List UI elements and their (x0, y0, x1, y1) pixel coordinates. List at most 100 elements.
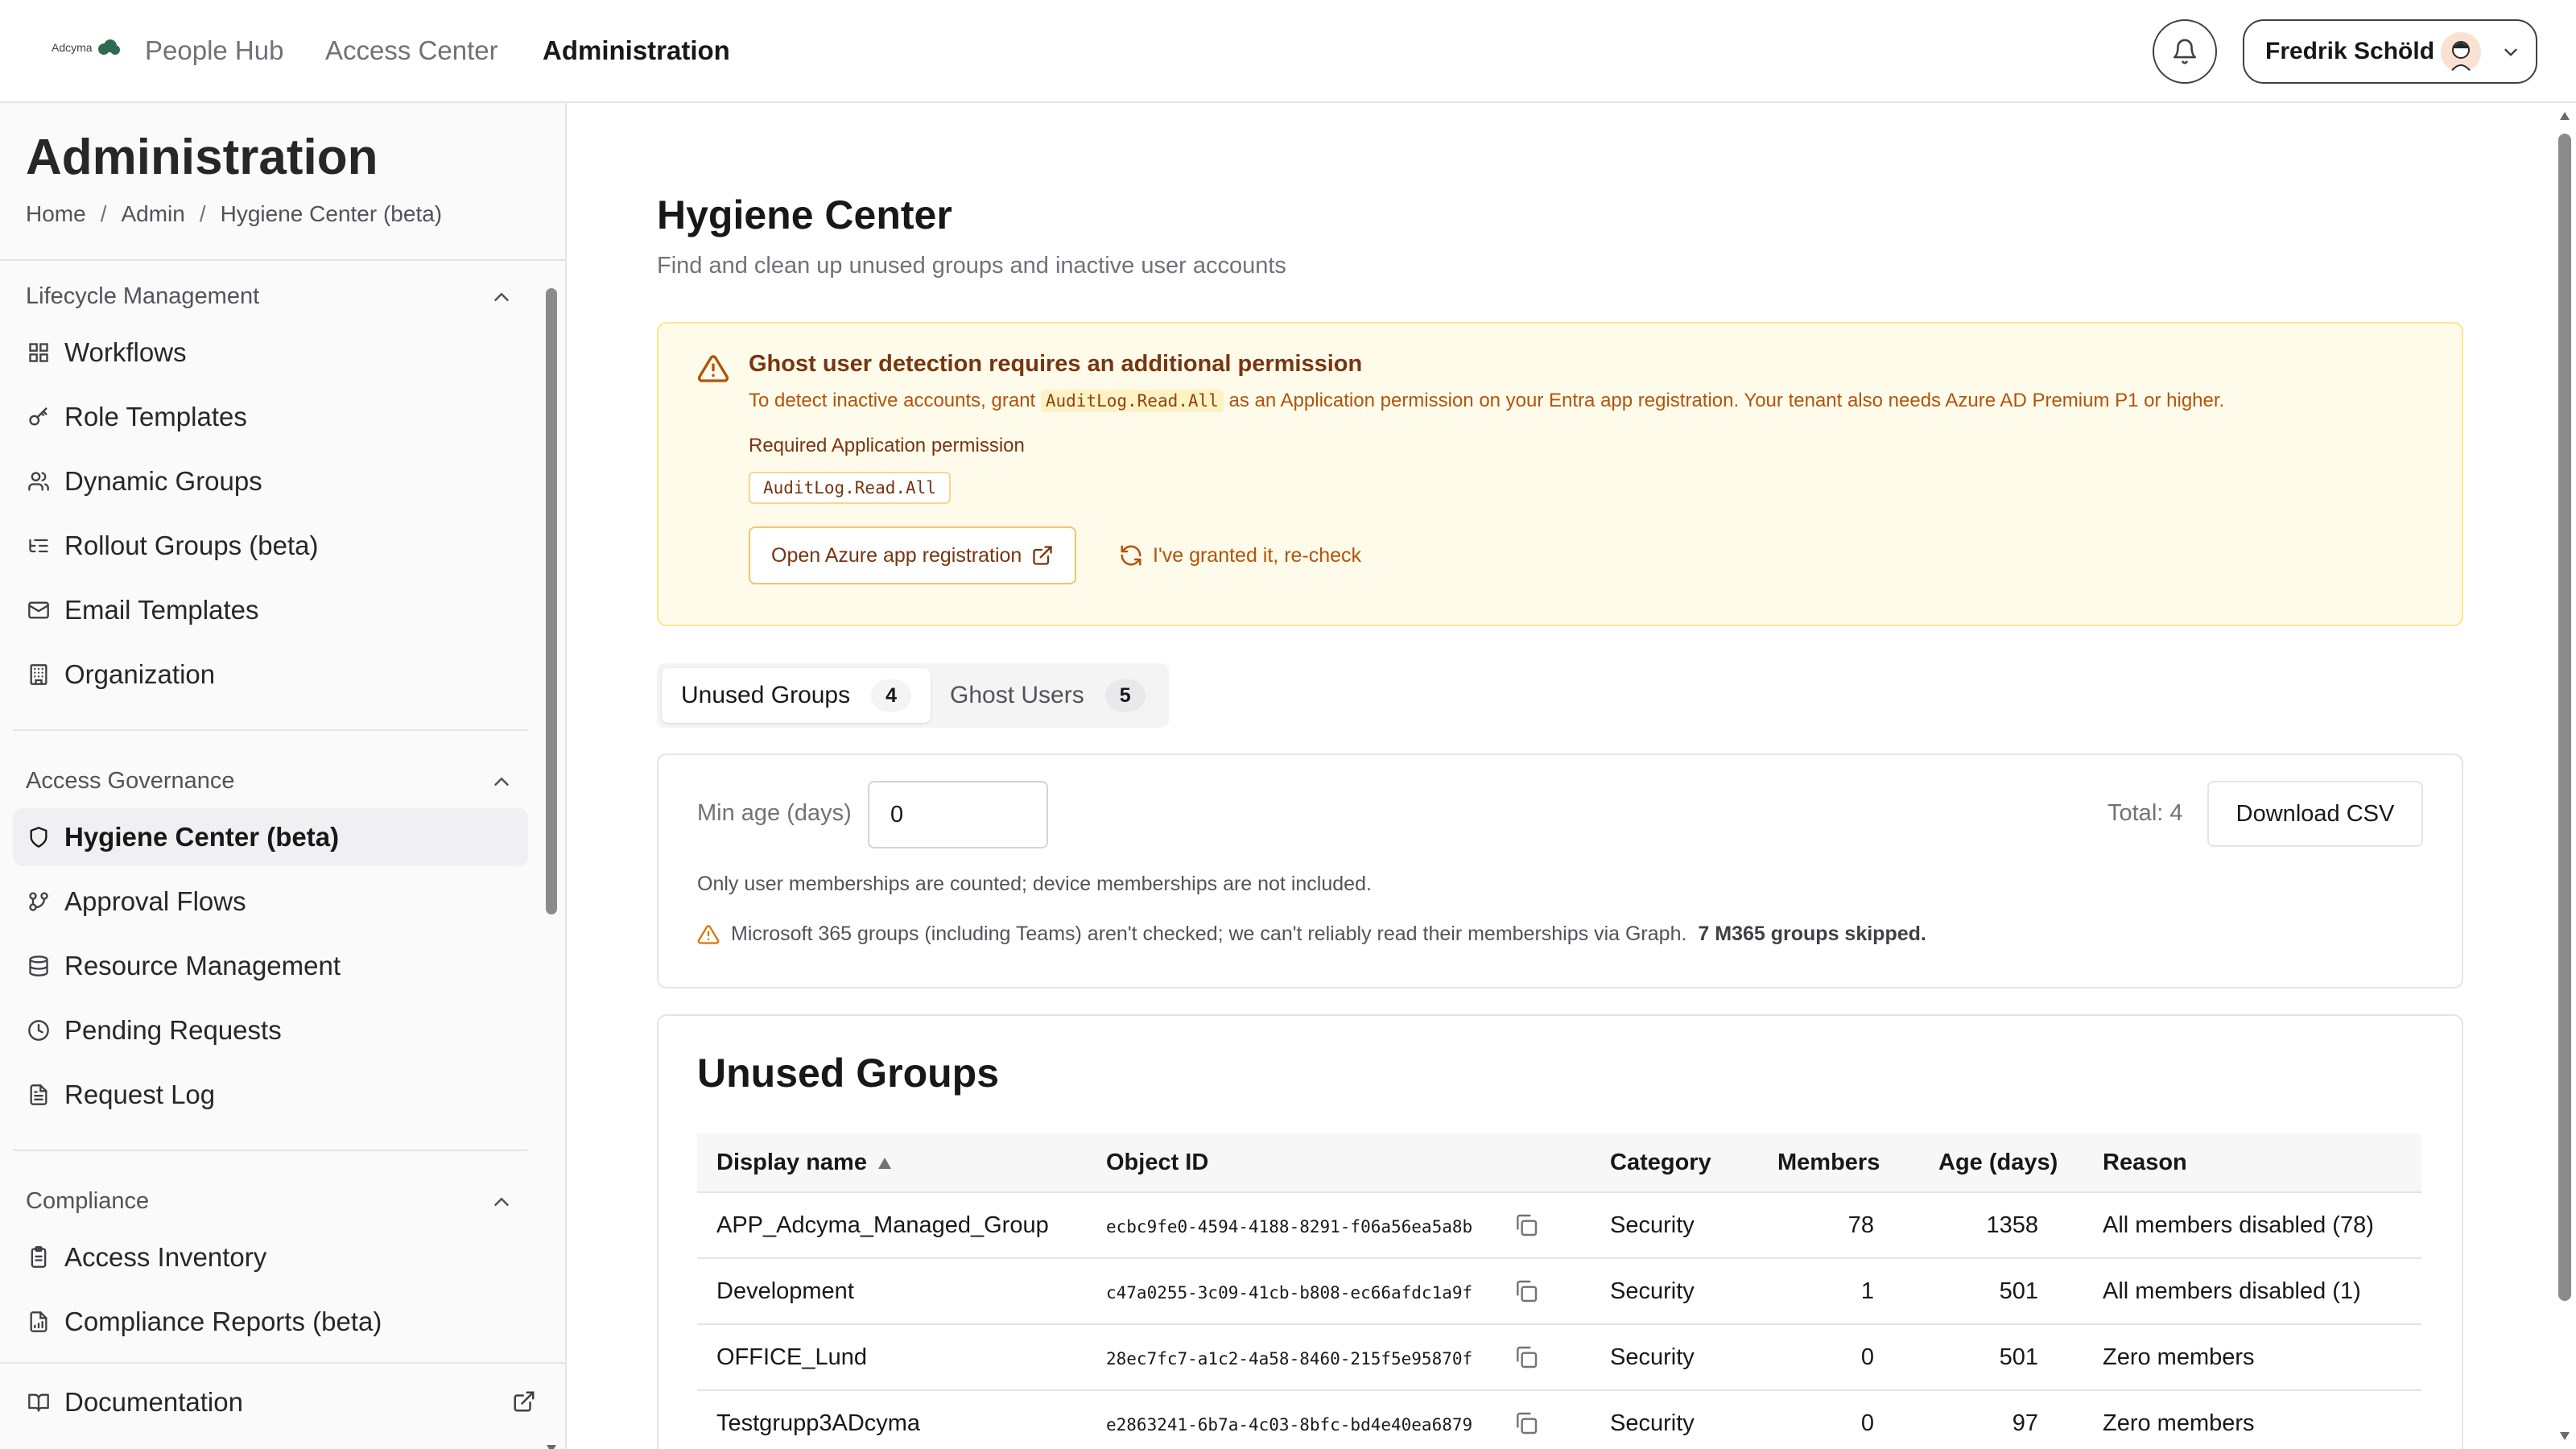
filter-card: Min age (days) 0 Total: 4 Download CSV O… (657, 753, 2463, 989)
sidebar-item-compliance-reports[interactable]: Compliance Reports (beta) (13, 1293, 528, 1351)
users-icon (28, 472, 49, 491)
required-permission-label: Required Application permission (749, 435, 1025, 456)
sidebar-item-pending-requests[interactable]: Pending Requests (13, 1001, 528, 1059)
sidebar-item-hygiene-center[interactable]: Hygiene Center (beta) (13, 808, 528, 866)
sidebar-item-workflows[interactable]: Workflows (13, 324, 528, 382)
table-row[interactable]: APP_Adcyma_Managed_Group ecbc9fe0-4594-4… (697, 1193, 2421, 1259)
table-header: Display name Object ID Category Members … (697, 1133, 2421, 1193)
download-csv-button[interactable]: Download CSV (2207, 781, 2423, 847)
brand-logo[interactable]: Adcyma (52, 39, 120, 56)
sidebar-item-rollout-groups[interactable]: Rollout Groups (beta) (13, 517, 528, 575)
scroll-down-arrow-icon[interactable] (2559, 1431, 2570, 1441)
notifications-button[interactable] (2153, 19, 2217, 84)
key-icon (29, 407, 47, 426)
sidebar-item-organization[interactable]: Organization (13, 646, 528, 704)
sidebar-item-label: Organization (64, 659, 216, 689)
shield-icon (30, 827, 47, 848)
tab-label: Unused Groups (681, 682, 851, 708)
table-row[interactable]: OFFICE_Lund 28ec7fc7-a1c2-4a58-8460-215f… (697, 1325, 2421, 1391)
cell-object-id: 28ec7fc7-a1c2-4a58-8460-215f5e95870f (1106, 1349, 1473, 1368)
breadcrumb-home[interactable]: Home (26, 201, 86, 227)
cell-category: Security (1610, 1278, 1695, 1304)
chevron-down-icon (2504, 48, 2517, 56)
copy-icon[interactable] (1513, 1278, 1539, 1304)
sidebar-item-label: Email Templates (64, 595, 259, 625)
chevron-up-icon[interactable] (489, 770, 514, 794)
total-count: Total: 4 (2107, 800, 2183, 826)
recheck-button[interactable]: I've granted it, re-check (1119, 526, 1361, 584)
chevron-up-icon[interactable] (489, 1190, 514, 1214)
sidebar-item-label: Rollout Groups (beta) (64, 530, 319, 560)
permission-alert: Ghost user detection requires an additio… (657, 322, 2463, 626)
tab-ghost-users[interactable]: Ghost Users 5 (931, 668, 1165, 723)
cell-members: 78 (1847, 1212, 1874, 1238)
breadcrumb-admin[interactable]: Admin (121, 201, 184, 227)
main-scrollbar-thumb[interactable] (2558, 134, 2571, 1301)
user-name: Fredrik Schöld (2265, 38, 2435, 64)
sort-ascending-icon (877, 1157, 891, 1169)
table-row[interactable]: Development c47a0255-3c09-41cb-b808-ec66… (697, 1259, 2421, 1325)
sidebar-item-resource-management[interactable]: Resource Management (13, 937, 528, 995)
nav-access-center[interactable]: Access Center (325, 35, 498, 66)
section-access-governance[interactable]: Access Governance (26, 768, 235, 795)
table-title: Unused Groups (697, 1051, 1000, 1096)
min-age-label: Min age (days) (697, 800, 852, 826)
cell-category: Security (1610, 1410, 1695, 1436)
column-object-id[interactable]: Object ID (1106, 1150, 1208, 1176)
cell-age: 97 (2012, 1410, 2038, 1436)
copy-icon[interactable] (1513, 1344, 1539, 1370)
tab-unused-groups[interactable]: Unused Groups 4 (662, 668, 931, 723)
membership-note: Only user memberships are counted; devic… (697, 873, 1372, 895)
scroll-down-arrow-icon[interactable] (546, 1444, 557, 1449)
min-age-input[interactable]: 0 (868, 781, 1048, 848)
open-azure-app-button[interactable]: Open Azure app registration (749, 526, 1077, 584)
warning-triangle-icon (697, 924, 720, 944)
sidebar-item-role-templates[interactable]: Role Templates (13, 388, 528, 446)
tab-list: Unused Groups 4 Ghost Users 5 (657, 663, 1169, 728)
column-display-name[interactable]: Display name (716, 1150, 893, 1176)
clock-icon (28, 1020, 49, 1041)
section-compliance[interactable]: Compliance (26, 1188, 149, 1215)
database-icon (29, 956, 48, 976)
cell-members: 1 (1860, 1278, 1874, 1304)
sidebar-item-dynamic-groups[interactable]: Dynamic Groups (13, 452, 528, 510)
tab-label: Ghost Users (950, 682, 1084, 708)
sidebar-item-email-templates[interactable]: Email Templates (13, 581, 528, 639)
section-lifecycle-management[interactable]: Lifecycle Management (26, 283, 259, 310)
documentation-link[interactable]: Documentation (26, 1377, 541, 1428)
sidebar-item-approval-flows[interactable]: Approval Flows (13, 873, 528, 931)
divider (13, 1150, 528, 1151)
user-menu-button[interactable]: Fredrik Schöld (2243, 19, 2537, 84)
copy-icon[interactable] (1513, 1212, 1539, 1238)
sidebar-item-label: Dynamic Groups (64, 466, 262, 496)
cell-category: Security (1610, 1212, 1695, 1238)
m365-warning: Microsoft 365 groups (including Teams) a… (697, 923, 1926, 946)
nav-people-hub[interactable]: People Hub (145, 35, 283, 66)
external-link-icon (514, 1391, 535, 1412)
page-subtitle: Find and clean up unused groups and inac… (657, 253, 1286, 279)
sidebar-item-request-log[interactable]: Request Log (13, 1066, 528, 1124)
brand-name: Adcyma (52, 41, 93, 54)
sidebar-item-label: Role Templates (64, 402, 247, 431)
building-icon (30, 664, 47, 685)
copy-icon[interactable] (1513, 1410, 1539, 1436)
sidebar-scrollbar-thumb[interactable] (546, 288, 557, 914)
column-members[interactable]: Members (1777, 1150, 1880, 1176)
refresh-icon (1121, 545, 1141, 566)
column-reason[interactable]: Reason (2103, 1150, 2187, 1176)
sidebar-item-access-inventory[interactable]: Access Inventory (13, 1228, 528, 1286)
documentation-label: Documentation (64, 1387, 243, 1417)
column-category[interactable]: Category (1610, 1150, 1711, 1176)
breadcrumb-current: Hygiene Center (beta) (220, 201, 443, 226)
column-age[interactable]: Age (days) (1938, 1150, 2058, 1176)
mail-icon (28, 601, 49, 619)
sidebar-item-label: Pending Requests (64, 1015, 282, 1045)
m365-skipped-count: 7 M365 groups skipped. (1698, 923, 1926, 945)
nav-administration[interactable]: Administration (543, 35, 730, 66)
scroll-up-arrow-icon[interactable] (2559, 111, 2570, 121)
bell-icon (2173, 39, 2197, 64)
chevron-up-icon[interactable] (489, 285, 514, 309)
file-chart-icon (30, 1311, 47, 1332)
alert-title: Ghost user detection requires an additio… (749, 351, 1363, 377)
table-row[interactable]: Testgrupp3ADcyma e2863241-6b7a-4c03-8bfc… (697, 1391, 2421, 1449)
